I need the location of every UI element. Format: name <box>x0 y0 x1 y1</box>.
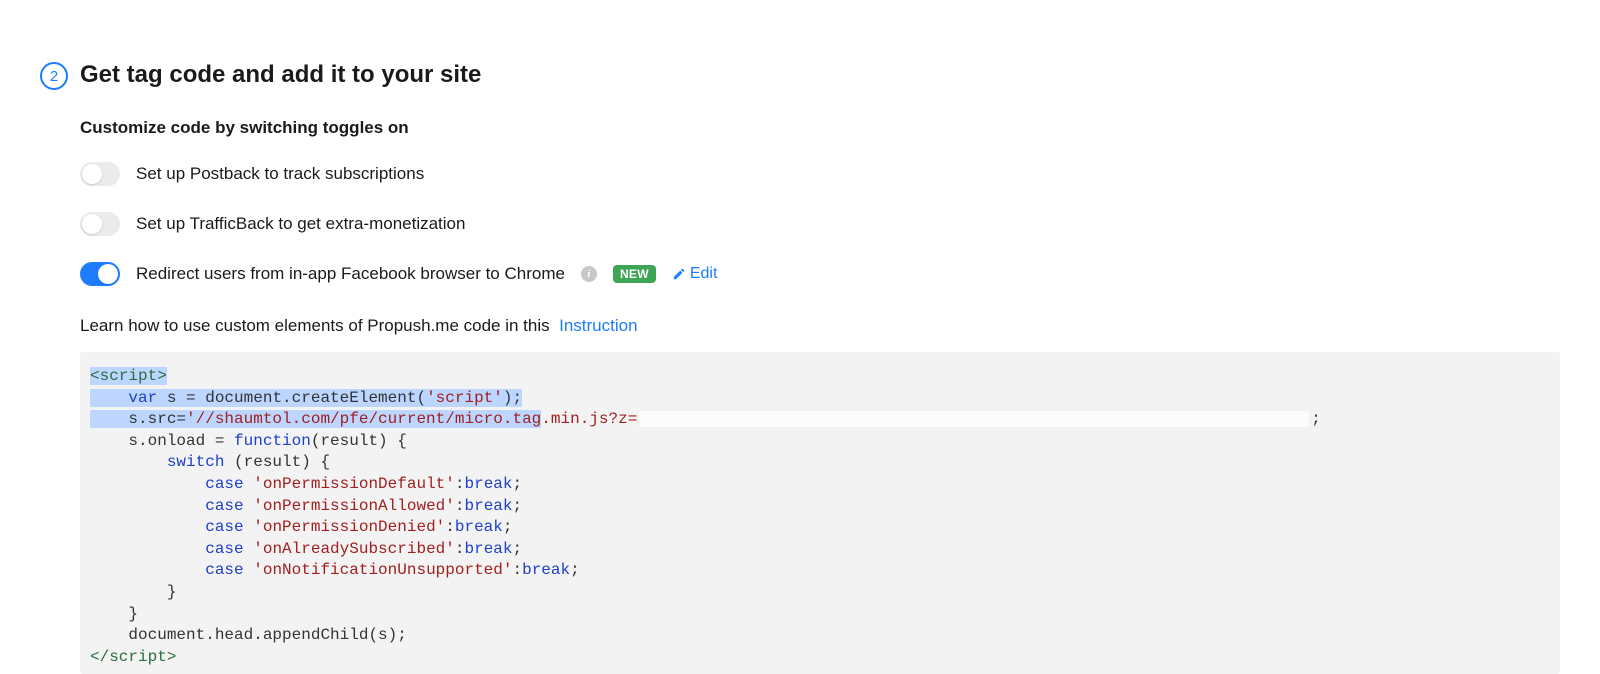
instruction-link[interactable]: Instruction <box>559 316 637 335</box>
toggle-label-trafficback: Set up TrafficBack to get extra-monetiza… <box>136 214 465 234</box>
toggle-knob <box>82 214 102 234</box>
toggle-row-trafficback: Set up TrafficBack to get extra-monetiza… <box>80 212 1560 236</box>
toggle-knob <box>98 264 118 284</box>
step-number: 2 <box>50 68 58 85</box>
section-title: Get tag code and add it to your site <box>80 60 481 90</box>
toggle-trafficback[interactable] <box>80 212 120 236</box>
edit-button[interactable]: Edit <box>672 265 718 283</box>
step-number-badge: 2 <box>40 62 68 90</box>
info-icon[interactable]: i <box>581 266 597 282</box>
toggle-row-postback: Set up Postback to track subscriptions <box>80 162 1560 186</box>
redacted-value <box>639 411 1309 427</box>
toggle-label-redirect: Redirect users from in-app Facebook brow… <box>136 264 565 284</box>
section-heading: 2 Get tag code and add it to your site <box>40 60 1560 90</box>
customize-subheading: Customize code by switching toggles on <box>80 118 1560 138</box>
edit-label: Edit <box>690 265 718 283</box>
toggle-redirect[interactable] <box>80 262 120 286</box>
learn-row: Learn how to use custom elements of Prop… <box>80 316 1560 336</box>
learn-text: Learn how to use custom elements of Prop… <box>80 316 550 335</box>
toggle-postback[interactable] <box>80 162 120 186</box>
code-block[interactable]: <script> var s = document.createElement(… <box>80 352 1560 674</box>
new-badge: NEW <box>613 265 656 283</box>
pencil-icon <box>672 267 686 281</box>
toggle-label-postback: Set up Postback to track subscriptions <box>136 164 424 184</box>
toggle-knob <box>82 164 102 184</box>
toggle-row-redirect: Redirect users from in-app Facebook brow… <box>80 262 1560 286</box>
code-content: <script> var s = document.createElement(… <box>90 366 1550 668</box>
